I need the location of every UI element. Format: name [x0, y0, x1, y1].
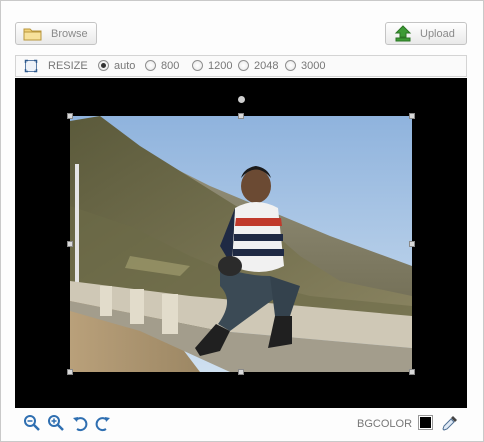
browse-label: Browse [51, 28, 88, 40]
crop-handle-bottom-left[interactable] [67, 369, 73, 375]
crop-handle-top-left[interactable] [67, 113, 73, 119]
image-editor-panel: Browse Upload RESIZE auto 800 1200 2048 … [0, 0, 484, 442]
eyedropper-icon[interactable] [441, 414, 459, 432]
resize-icon [24, 59, 38, 73]
crop-handle-middle-right[interactable] [409, 241, 415, 247]
crop-handle-top-right[interactable] [409, 113, 415, 119]
resize-option-label: 2048 [254, 60, 279, 72]
upload-label: Upload [420, 28, 455, 40]
image-canvas[interactable] [15, 78, 467, 408]
rotate-right-icon[interactable] [94, 414, 112, 432]
bottom-toolbar: BGCOLOR [15, 411, 467, 437]
upload-button[interactable]: Upload [385, 22, 467, 45]
resize-label: RESIZE [48, 60, 88, 72]
rotate-left-icon[interactable] [71, 414, 89, 432]
resize-option-label: 3000 [301, 60, 326, 72]
bgcolor-label: BGCOLOR [357, 418, 413, 430]
resize-toolbar: RESIZE auto 800 1200 2048 3000 [15, 55, 467, 77]
resize-option-label: 800 [161, 60, 180, 72]
photo-illustration [70, 116, 412, 372]
bgcolor-swatch[interactable] [418, 415, 433, 430]
upload-arrow-icon [394, 25, 412, 42]
folder-icon [23, 28, 42, 41]
radio-auto[interactable] [98, 60, 109, 71]
radio-800[interactable] [145, 60, 156, 71]
zoom-out-icon[interactable] [23, 414, 41, 432]
crop-handle-bottom-middle[interactable] [238, 369, 244, 375]
uploaded-photo[interactable] [70, 116, 412, 372]
radio-2048[interactable] [238, 60, 249, 71]
browse-button[interactable]: Browse [15, 22, 97, 45]
zoom-in-icon[interactable] [47, 414, 65, 432]
radio-3000[interactable] [285, 60, 296, 71]
crop-handle-bottom-right[interactable] [409, 369, 415, 375]
resize-option-label: auto [114, 60, 136, 72]
crop-handle-middle-left[interactable] [67, 241, 73, 247]
bgcolor-swatch-fill [420, 417, 431, 428]
crop-handle-top-middle[interactable] [238, 113, 244, 119]
rotate-handle[interactable] [238, 96, 245, 103]
resize-option-label: 1200 [208, 60, 233, 72]
radio-1200[interactable] [192, 60, 203, 71]
